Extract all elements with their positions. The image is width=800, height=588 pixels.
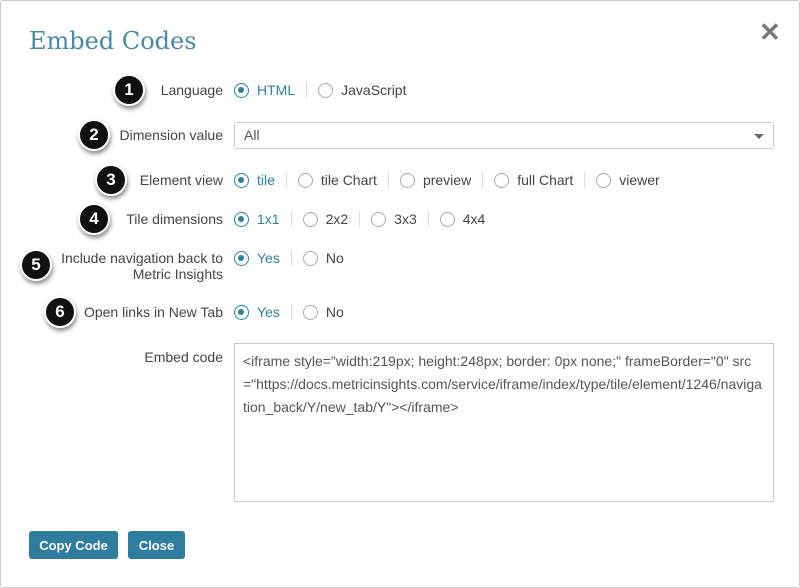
tile-dimensions-row: Tile dimensions 1x1 2x2 3x3 4x4 bbox=[1, 210, 800, 228]
radio-4x4[interactable]: 4x4 bbox=[439, 211, 485, 227]
radio-icon bbox=[302, 250, 318, 266]
radio-newtab-yes[interactable]: Yes bbox=[234, 304, 280, 320]
nav-back-label: Include navigation back to Metric Insigh… bbox=[61, 250, 223, 282]
copy-code-button[interactable]: Copy Code bbox=[29, 531, 118, 559]
radio-tile[interactable]: tile bbox=[234, 172, 275, 188]
embed-codes-dialog: Embed Codes ✕ 1 2 3 4 5 6 Language HTML … bbox=[0, 0, 800, 588]
radio-full-chart[interactable]: full Chart bbox=[494, 172, 573, 188]
radio-icon bbox=[302, 304, 318, 320]
radio-viewer[interactable]: viewer bbox=[596, 172, 660, 188]
radio-icon bbox=[302, 211, 318, 227]
language-label: Language bbox=[160, 82, 223, 98]
radio-checked-icon bbox=[234, 172, 249, 188]
radio-nav-yes[interactable]: Yes bbox=[234, 250, 280, 266]
element-view-label: Element view bbox=[139, 172, 223, 188]
embed-code-textarea[interactable]: <iframe style="width:219px; height:248px… bbox=[234, 343, 774, 502]
close-icon[interactable]: ✕ bbox=[759, 17, 781, 48]
radio-tile-chart[interactable]: tile Chart bbox=[297, 172, 377, 188]
radio-html[interactable]: HTML bbox=[234, 82, 295, 98]
radio-javascript[interactable]: JavaScript bbox=[318, 82, 406, 98]
radio-nav-no[interactable]: No bbox=[302, 250, 344, 266]
radio-icon bbox=[371, 211, 387, 227]
radio-2x2[interactable]: 2x2 bbox=[302, 211, 348, 227]
dimension-select[interactable]: All bbox=[234, 122, 774, 149]
radio-1x1[interactable]: 1x1 bbox=[234, 211, 280, 227]
new-tab-label: Open links in New Tab bbox=[83, 304, 223, 320]
radio-3x3[interactable]: 3x3 bbox=[371, 211, 417, 227]
radio-checked-icon bbox=[234, 82, 249, 98]
radio-icon bbox=[494, 172, 510, 188]
radio-checked-icon bbox=[234, 211, 249, 227]
close-button[interactable]: Close bbox=[128, 531, 185, 559]
dimension-label: Dimension value bbox=[119, 127, 224, 143]
radio-icon bbox=[399, 172, 415, 188]
radio-checked-icon bbox=[234, 250, 249, 266]
element-view-row: Element view tile tile Chart preview ful… bbox=[1, 171, 800, 189]
new-tab-row: Open links in New Tab Yes No bbox=[1, 303, 800, 321]
nav-back-row: Include navigation back to Metric Insigh… bbox=[1, 250, 800, 282]
radio-icon bbox=[297, 172, 313, 188]
radio-icon bbox=[318, 82, 334, 98]
radio-icon bbox=[596, 172, 612, 188]
radio-icon bbox=[439, 211, 455, 227]
language-row: Language HTML JavaScript bbox=[1, 81, 800, 99]
chevron-down-icon bbox=[754, 134, 764, 139]
radio-preview[interactable]: preview bbox=[399, 172, 471, 188]
radio-checked-icon bbox=[234, 304, 249, 320]
tile-dimensions-label: Tile dimensions bbox=[126, 211, 223, 227]
dialog-title: Embed Codes bbox=[29, 27, 197, 55]
radio-newtab-no[interactable]: No bbox=[302, 304, 344, 320]
embed-code-label: Embed code bbox=[144, 349, 223, 365]
